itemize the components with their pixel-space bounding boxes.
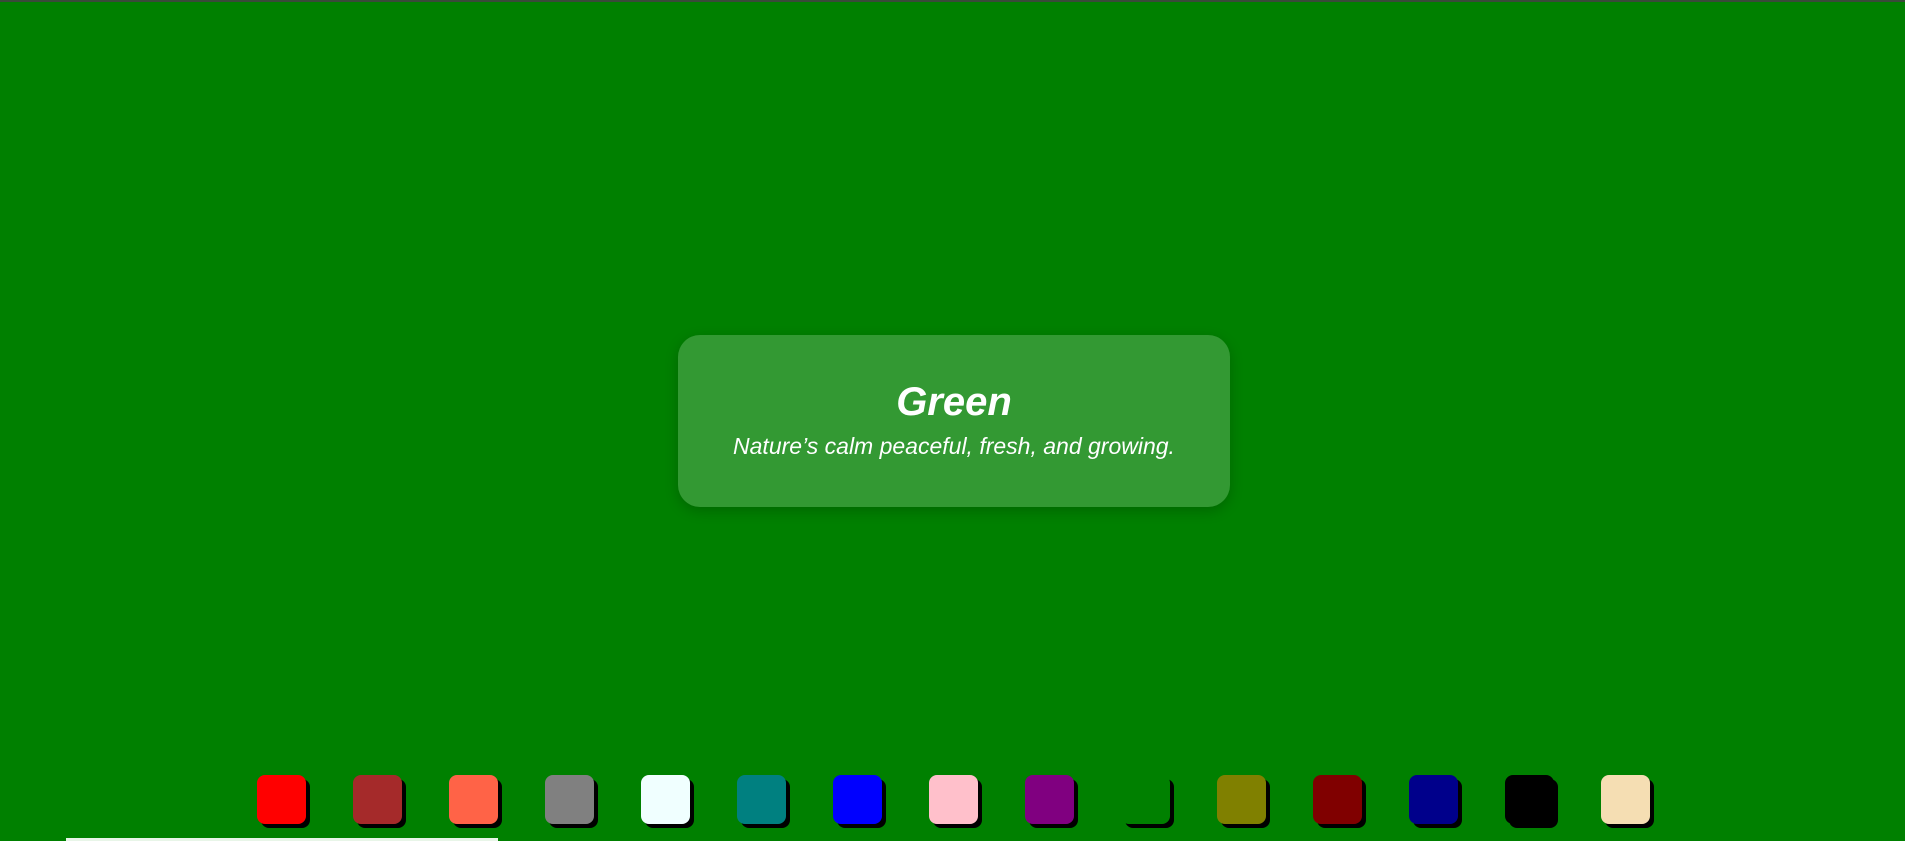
color-swatch-button[interactable] bbox=[929, 775, 978, 824]
color-page: Green Nature’s calm peaceful, fresh, and… bbox=[0, 0, 1905, 841]
color-swatch-button[interactable] bbox=[1217, 775, 1266, 824]
color-swatch-button[interactable] bbox=[1505, 775, 1554, 824]
color-description: Nature’s calm peaceful, fresh, and growi… bbox=[733, 433, 1175, 460]
color-swatch-button[interactable] bbox=[1601, 775, 1650, 824]
color-swatch-button[interactable] bbox=[737, 775, 786, 824]
color-swatch-button[interactable] bbox=[257, 775, 306, 824]
color-swatch-button[interactable] bbox=[1121, 775, 1170, 824]
color-swatch-button[interactable] bbox=[641, 775, 690, 824]
color-swatch-button[interactable] bbox=[1409, 775, 1458, 824]
color-swatch-button[interactable] bbox=[545, 775, 594, 824]
color-title: Green bbox=[896, 380, 1012, 425]
color-swatch-button[interactable] bbox=[353, 775, 402, 824]
color-info-card: Green Nature’s calm peaceful, fresh, and… bbox=[678, 335, 1230, 507]
color-swatch-button[interactable] bbox=[449, 775, 498, 824]
top-border bbox=[0, 0, 1905, 2]
color-swatch-button[interactable] bbox=[1313, 775, 1362, 824]
color-swatch-button[interactable] bbox=[1025, 775, 1074, 824]
color-swatch-bar bbox=[257, 775, 1650, 824]
color-swatch-button[interactable] bbox=[833, 775, 882, 824]
